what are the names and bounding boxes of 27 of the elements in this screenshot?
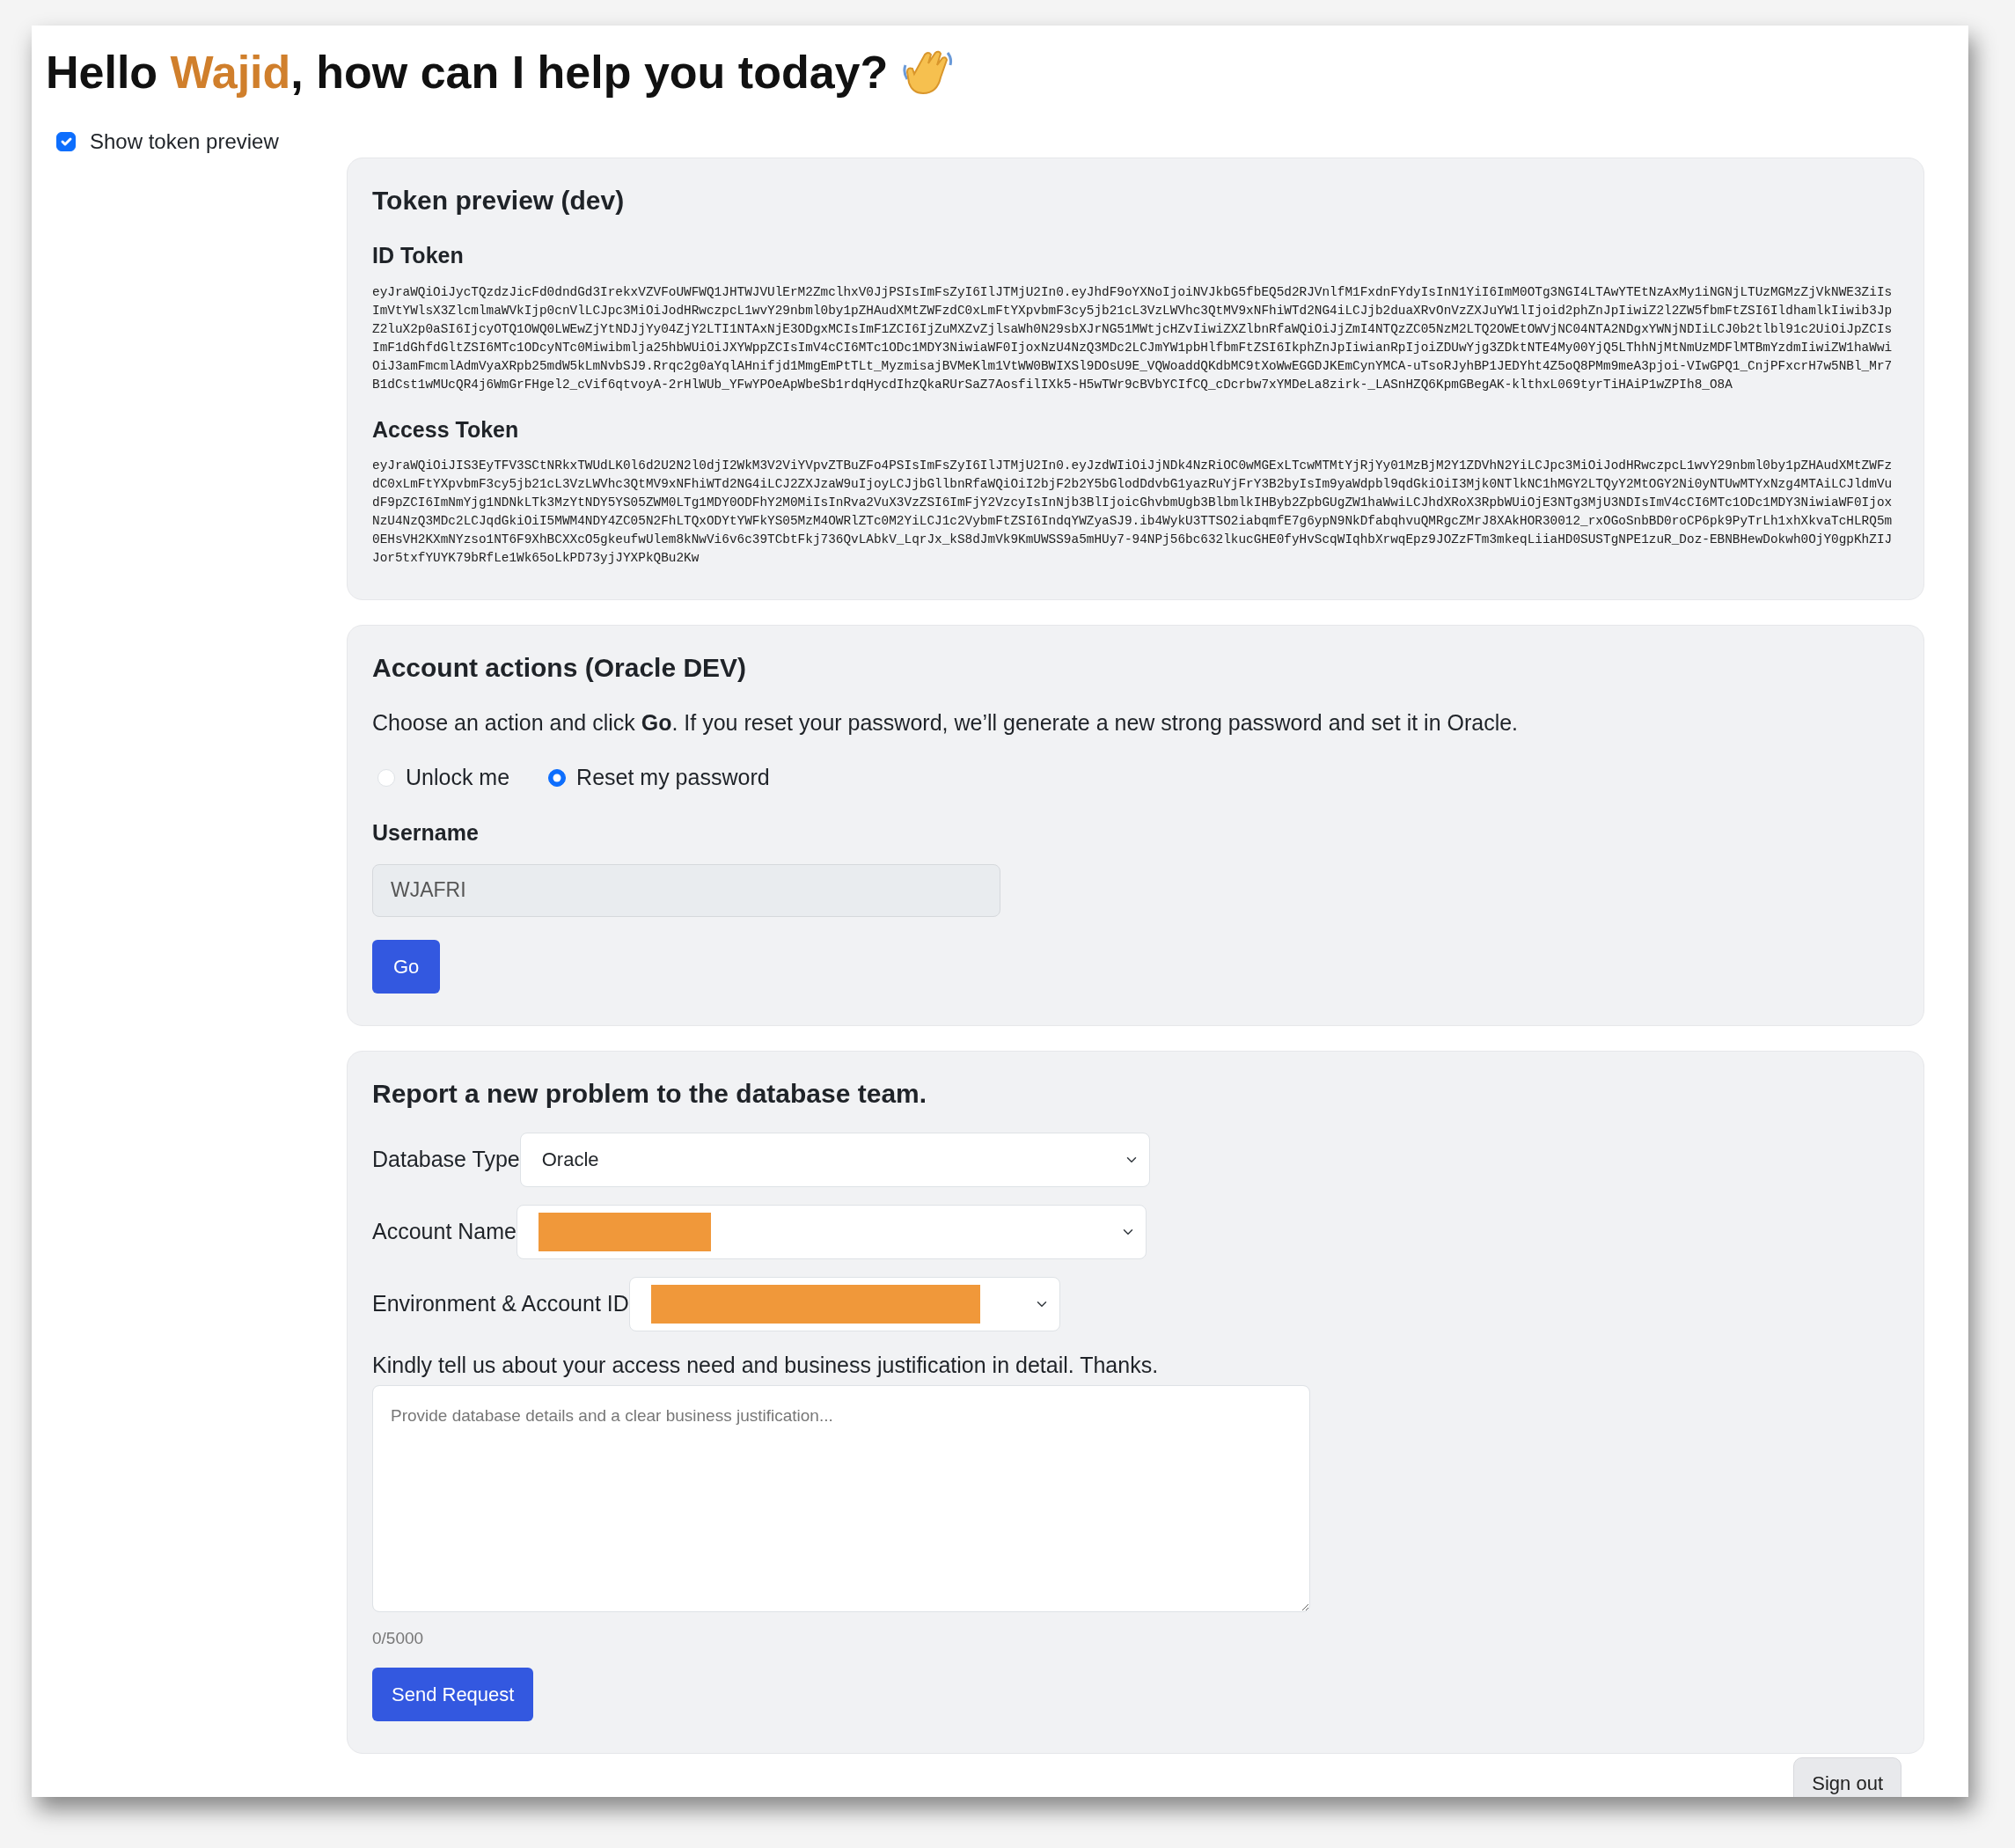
select-field[interactable]	[628, 1276, 1060, 1331]
go-button[interactable]: Go	[372, 939, 441, 994]
character-counter: 0/5000	[372, 1628, 425, 1650]
send-request-button[interactable]: Send Request	[372, 1667, 534, 1721]
justification-field[interactable]: Provide database details and a clear business justification...	[372, 1385, 1310, 1613]
sign-out-button[interactable]: Sign out	[1793, 1757, 1901, 1797]
field-label: Database Type	[372, 1146, 520, 1174]
panel-title: Token preview (dev)	[372, 185, 626, 217]
token-label: ID Token	[372, 242, 465, 270]
instruction-text: Choose an action and click Go. If you reset your password, we’ll generate a new strong password and set it in Oracle.	[372, 709, 1520, 737]
token-label: Access Token	[372, 415, 520, 444]
radio-button[interactable]	[548, 768, 567, 787]
field-label: Environment & Account ID	[372, 1290, 629, 1318]
checkbox[interactable]	[56, 132, 76, 152]
radio-label[interactable]: Reset my password	[576, 760, 770, 795]
checkbox-label: Show token preview	[90, 128, 279, 156]
greeting-heading: Hello Wajid, how can I help you today?	[46, 46, 889, 99]
field-label: Account Name	[372, 1218, 517, 1246]
radio-label[interactable]: Unlock me	[406, 760, 510, 795]
select-field[interactable]: Oracle	[519, 1132, 1150, 1187]
token-text: eyJraWQiOiJycTQzdzJicFd0dndGd3IrekxVZVFoUWFWQ1JHTWJVUlErM2ZmclhxV0JjPSIsImFsZyI6IlJTMjU2In0.eyJhdF9oYXNoIjoiNVJkbG5fbEQ5d2RJVnlfM1FxdnFYdyIsInN1YiI6ImM0OTg3NGI4LTAwYTEtNzAxMy1iNGNjLTUzMGMzZjVkNWE3ZiIsImVtYWlsX3ZlcmlmaWVkIjp0cnVlLCJpc3MiOiJodHRwczpcL1wvY29nbml0by1pZHAudXMtZWFzdC0xLmFtYXpvbmF3cy5jb21cL3VzLWVhc3QtMV9xNFhiWTd2NG4iLCJjb2duaXRvOnVzZXJuYW1lIjoid2phZnJpIiwiZ2l2ZW5fbmFtZSI6IldhamlkIiwib3JpZ2luX2p0aSI6IjcyOTQ1OWQ0LWEwZjYtNDJjYy04ZjY2LTI1NTAxNjE3ODgxMCIsImF1ZCI6IjZuMXZvZjlsaWh0N29sbXJrNG51MWtjcHZvIiwiZXZlbnRfaWQiOiJjZmI4NTQzZC05NzM2LTQ2OWEtOWVjNC04NTA2NDgxYWNjNDIiLCJ0b2tlbl91c2UiOiJpZCIsImF1dGhfdGltZSI6MTc1ODcyNTc0Miwibmlja25hbWUiOiJXYWppZCIsImV4cCI6MTc1ODc1MDY3NiwiaWF0IjoxNzU4NzQ3MDc2LCJmYW1pbHlfbmFtZSI6IkphZnJpIiwianRpIjoiZDUwYjg3ZDktNTE4My00YjQ5LThhNjMtNmUzMDFlMTBmYzdmIiwiZW1haWwiOiJ3amFmcmlAdmVyaXRpb25mdW5kLmNvbSJ9.Rrqc2g0aYqlAHnifjd1MmgEmPtTLt_MyzmisajBVMeKlm1VtWW0BWIXSl9DOsU9E_VQWoaddQKdbMC9tXoWwEGGDJKEmCynYMCA-uTsoRJyhBP1JEDYht4Z5oQ8PMm9meA3pjoi-VIwGPQ1_CnjPFxcrH7w5NBl_Mr7B1dCst1wMUcQR4j6WmGrFHgel2_cVif6qtvoyA-2rHlWUb_YFwYPOeApWbeSb1rdqHycdIhzQkaRUrSaZ7AosfilIXk5-H5wTWr9cBVbYCIfCQ_cDcrbw7xYMDeLa8zirk-_LASnHZQ6KpmGBegAK-klthxL069tyrTiHAiP1wZPIh8_O8A	[372, 283, 1894, 393]
field-label: Kindly tell us about your access need and business justification in detail. Thanks.	[372, 1351, 1160, 1379]
token-text: eyJraWQiOiJIS3EyTFV3SCtNRkxTWUdLK0l6d2U2N2l0djI2WkM3V2ViYVpvZTBuZFo4PSIsImFsZyI6IlJTMjU2In0.eyJzdWIiOiJjNDk4NzRiOC0wMGExLTcwMTMtYjRjYy01MzBjM2Y1ZDVhN2YiLCJpc3MiOiJodHRwczpcL1wvY29nbml0by1pZHAudXMtZWFzdC0xLmFtYXpvbmF3cy5jb21cL3VzLWVhc3QtMV9xNFhiWTd2NG4iLCJ2ZXJzaW9uIjoyLCJjbGllbnRfaWQiOiI2bjF2b2Y5bGlodDdvbG1yazRuYjFrY3B2byIsIm9yaWdpbl9qdGkiOiI3Mjk0NTlkNC1hMGY2LTQyY2MtOGY2Ni0yNTUwMTYxNzg4MTAiLCJldmVudF9pZCI6ImNmYjg1NDNkLTk3MzYtNDY5YS05ZWM0LTg1MDY0ODFhY2M0MiIsInRva2VuX3VzZSI6ImFjY2VzcyIsInNjb3BlIjoicGhvbmUgb3BlbmlkIHByb2ZpbGUgZW1haWwiLCJhdXRoX3RpbWUiOjE3NTg3MjU3NDIsImV4cCI6MTc1ODc1MDY3NiwiaWF0IjoxNzU4NzQ3MDc2LCJqdGkiOiI5MWM4NDY4ZC05N2FhLTQxODYtYWFkYS05MzM4OWRlZTc0M2YiLCJ1c2VybmFtZSI6IndqYWZyaSJ9.ib4WykU3TTSO2iabqmfE7g6ypN9NkDfabqhvuQMRgcZMrJ8XAkHOR30012_rxOGoSnbBD0roCP6pk9PyTrLh1xhXkvaTcHLRQ5m0EHsVH2KXmNYzso1NT6F9XhBCXXcO5gkeufwUlem8kNwVi6v6c39TCbtFkj736QvLAbkV_LqrJx_kS8dJmVk9KmUWSS9a5mHUy7-94NPj56bc632lkucGHE0fyHvScqWIqhbXrwqEpz9JOZzFTm3mkeqLiiaHD0SUSTgNPE1zuR_Doz-EBNBHewDokwh0OjY0gpKhZIJJor5txfYUYK79bRfLe1Wk65oLkPD73yjJYXPkQBu2Kw	[372, 458, 1894, 568]
panel-title: Report a new problem to the database team.	[372, 1077, 928, 1110]
field-label: Username	[372, 819, 480, 847]
panel-title: Account actions (Oracle DEV)	[372, 652, 748, 685]
select-field[interactable]	[516, 1204, 1147, 1259]
